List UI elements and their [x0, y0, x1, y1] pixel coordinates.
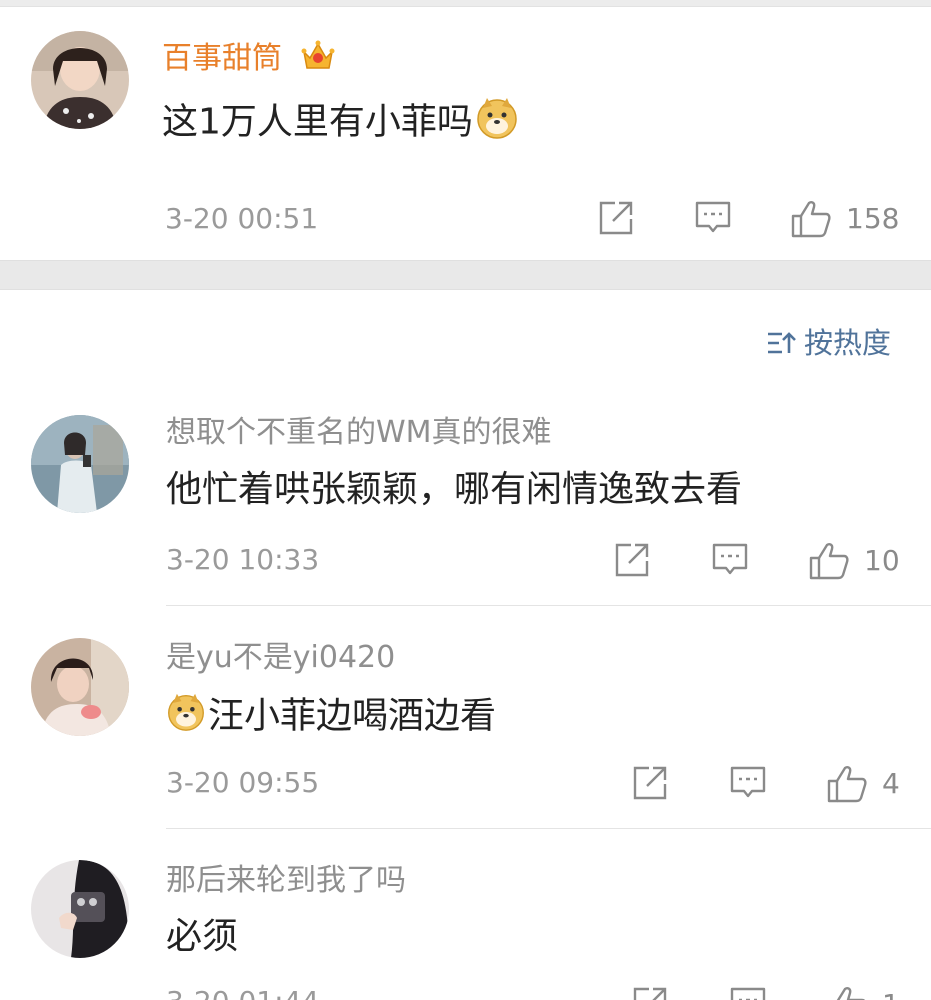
- featured-username[interactable]: 百事甜筒: [162, 38, 336, 81]
- comment-username[interactable]: 是yu不是yi0420: [166, 640, 395, 676]
- share-button[interactable]: [631, 985, 669, 1000]
- comment-icon: [695, 201, 731, 233]
- comment-icon: [730, 766, 766, 798]
- doge-emoji: [166, 692, 206, 743]
- comment-divider: [166, 828, 931, 829]
- comment-time: 3-20 01:44: [166, 985, 319, 1000]
- avatar[interactable]: [31, 860, 129, 958]
- share-icon: [633, 987, 667, 1000]
- comment-text: 必须: [166, 916, 239, 957]
- thumbs-up-icon: [791, 201, 831, 238]
- comment-text: 汪小菲边喝酒边看: [166, 692, 496, 743]
- comment-button[interactable]: [711, 541, 749, 579]
- share-icon: [599, 201, 633, 235]
- comment-button[interactable]: [729, 764, 767, 802]
- comment-button[interactable]: [729, 985, 767, 1000]
- comment-time: 3-20 10:33: [166, 543, 320, 576]
- sort-button[interactable]: 按热度: [766, 325, 891, 361]
- thumbs-up-icon: [836, 987, 866, 1000]
- featured-comment-text: 这1万人里有小菲吗: [162, 96, 519, 151]
- share-icon: [615, 543, 649, 577]
- section-separator: [0, 260, 931, 290]
- share-icon: [633, 766, 667, 800]
- like-button[interactable]: 158: [790, 199, 899, 239]
- like-count: 10: [864, 544, 900, 577]
- crown-badge-icon: [300, 38, 336, 81]
- like-count: 1: [882, 988, 900, 1000]
- avatar[interactable]: [31, 415, 129, 513]
- featured-username-text[interactable]: 百事甜筒: [162, 41, 282, 76]
- comment-button[interactable]: [694, 199, 732, 237]
- top-divider: [0, 0, 931, 7]
- like-button[interactable]: 4: [826, 764, 900, 804]
- comment-text: 他忙着哄张颖颖，哪有闲情逸致去看: [166, 469, 743, 510]
- comment-body: 汪小菲边喝酒边看: [208, 695, 497, 737]
- avatar[interactable]: [31, 31, 129, 129]
- share-button[interactable]: [597, 199, 635, 237]
- thumbs-up-icon: [809, 543, 849, 580]
- comment-icon: [712, 543, 748, 575]
- like-count: 158: [846, 202, 900, 235]
- doge-emoji: [475, 96, 519, 151]
- thumbs-up-icon: [827, 766, 867, 803]
- share-button[interactable]: [613, 541, 651, 579]
- share-button[interactable]: [631, 764, 669, 802]
- sort-icon: [767, 332, 796, 354]
- sort-label: 按热度: [803, 326, 891, 360]
- like-button[interactable]: 1: [826, 985, 900, 1000]
- comment-time: 3-20 09:55: [166, 766, 320, 799]
- comment-username[interactable]: 那后来轮到我了吗: [166, 863, 406, 899]
- avatar[interactable]: [31, 638, 129, 736]
- comment-icon: [730, 987, 766, 1000]
- comment-username[interactable]: 想取个不重名的WM真的很难: [166, 415, 552, 451]
- featured-comment-body: 这1万人里有小菲吗: [162, 101, 473, 143]
- comment-list-screen: 百事甜筒 这1万人里有小菲吗 3-20 00:51 158 按热度 想取个不重名…: [0, 0, 931, 1000]
- like-count: 4: [882, 767, 900, 800]
- like-button[interactable]: 10: [808, 541, 900, 581]
- comment-divider: [166, 605, 931, 606]
- featured-comment-time: 3-20 00:51: [165, 202, 319, 235]
